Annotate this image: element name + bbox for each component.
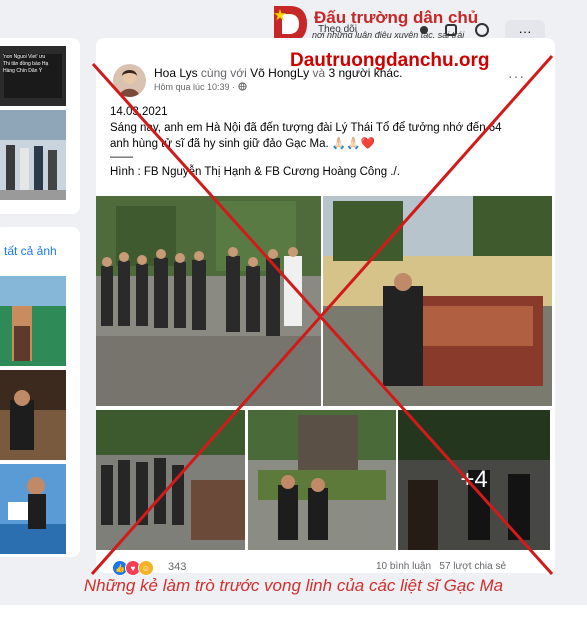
author-name[interactable]: Hoa Lys (154, 66, 198, 80)
caption-background (0, 605, 587, 640)
post-body: 14.03.2021 Sáng nay, anh em Hà Nội đã đế… (110, 104, 540, 180)
post-photo-3[interactable] (96, 410, 245, 550)
brand-title: Đấu trường dân chủ (314, 8, 479, 27)
watermark-site-url: Dautruongdanchu.org (290, 50, 490, 71)
post-more-button[interactable]: ··· (508, 68, 525, 84)
more-photos-overlay[interactable]: +4 (398, 410, 550, 550)
post-date: 14.03.2021 (110, 106, 168, 118)
left-sidebar: 'non Nguoi Viet' ưu Thi tân đồng bào Hạ … (0, 0, 82, 565)
see-all-photos-link[interactable]: tất cả ảnh (4, 244, 57, 258)
author-avatar[interactable] (113, 64, 146, 97)
comment-share-counts: 10 bình luận 57 lượt chia sẻ (376, 561, 506, 572)
post-photo-1[interactable] (96, 196, 321, 406)
comment-count[interactable]: 10 bình luận (376, 561, 431, 572)
post-photo-2[interactable] (323, 196, 552, 406)
care-icon: ☺ (138, 560, 154, 576)
sidebar-photo-1-text: 'non Nguoi Viet' ưu Thi tân đồng bào Hạ … (3, 54, 49, 74)
post-body-line-2: anh hùng tử sĩ đã hy sinh giữ đảo Gạc Ma… (110, 138, 375, 150)
sidebar-photo-5[interactable] (0, 464, 66, 554)
post-timestamp[interactable]: Hôm qua lúc 10:39 · (154, 82, 235, 92)
post-body-line-1: Sáng nay, anh em Hà Nội đã đến tượng đài… (110, 122, 502, 134)
sidebar-photo-2[interactable] (0, 110, 66, 200)
with-word: cùng với (200, 66, 247, 80)
image-caption: Những kẻ làm trò trước vong linh của các… (83, 576, 504, 595)
post-timestamp-line: Hôm qua lúc 10:39 · (154, 82, 247, 92)
sidebar-photo-3[interactable] (0, 276, 66, 366)
post-separator: —— (110, 151, 133, 163)
post-credit: Hình : FB Nguyễn Thị Hạnh & FB Cương Hoà… (110, 166, 400, 178)
globe-icon (237, 82, 247, 92)
share-count[interactable]: 57 lượt chia sẻ (439, 561, 506, 572)
sidebar-photo-4[interactable] (0, 370, 66, 460)
post-photo-4[interactable] (248, 410, 396, 550)
reaction-count[interactable]: 343 (168, 561, 186, 573)
reaction-icons[interactable]: 👍 ♥ ☺ (112, 560, 154, 576)
